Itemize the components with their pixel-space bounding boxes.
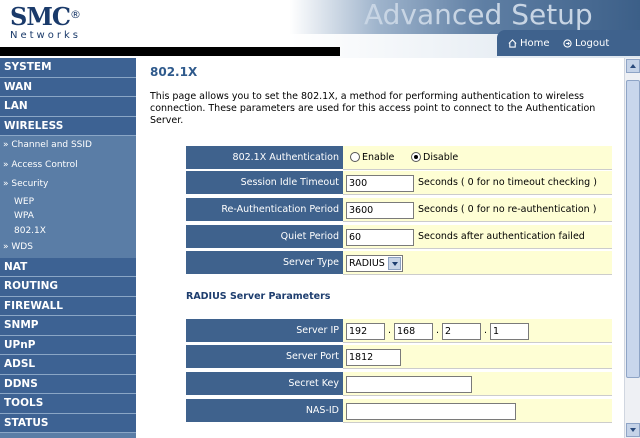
server-ip-octet-1[interactable]: 192 <box>346 323 385 340</box>
reauth-label: Re-Authentication Period <box>186 198 343 222</box>
logo-registered: ® <box>70 8 81 21</box>
sidebar-item-wan[interactable]: WAN <box>0 77 136 97</box>
server-ip-octet-4[interactable]: 1 <box>490 323 529 340</box>
session-timeout-input[interactable]: 300 <box>346 175 414 192</box>
header-divider <box>0 47 340 56</box>
sidebar-item-wireless[interactable]: WIRELESS <box>0 116 136 136</box>
sidebar-item-wds[interactable]: » WDS <box>0 238 136 258</box>
secret-key-label: Secret Key <box>186 372 343 396</box>
reauth-note: Seconds ( 0 for no re-authentication ) <box>418 204 597 215</box>
reauth-value-cell: 3600 Seconds ( 0 for no re-authenticatio… <box>343 198 612 222</box>
sidebar-item-adsl[interactable]: ADSL <box>0 355 136 375</box>
chevron-down-icon[interactable] <box>388 257 401 270</box>
server-type-row: Server Type RADIUS <box>186 251 612 275</box>
wireless-submenu: » Channel and SSID » Access Control » Se… <box>0 136 136 258</box>
session-note: Seconds ( 0 for no timeout checking ) <box>418 177 597 188</box>
quiet-label: Quiet Period <box>186 225 343 249</box>
server-port-cell: 1812 <box>343 345 612 369</box>
nas-id-row: NAS-ID <box>186 399 612 423</box>
server-ip-row: Server IP 192 . 168 . 2 . 1 <box>186 319 612 343</box>
server-port-input[interactable]: 1812 <box>346 349 401 366</box>
scroll-thumb[interactable] <box>626 80 640 378</box>
logout-label: Logout <box>575 38 610 49</box>
smc-logo: SMC® Networks <box>10 2 81 42</box>
home-label: Home <box>520 38 550 49</box>
secret-key-cell <box>343 372 612 396</box>
sidebar-item-status[interactable]: STATUS <box>0 413 136 433</box>
session-value-cell: 300 Seconds ( 0 for no timeout checking … <box>343 171 612 195</box>
server-ip-octet-3[interactable]: 2 <box>442 323 481 340</box>
disable-label: Disable <box>423 152 459 163</box>
quiet-note: Seconds after authentication failed <box>418 231 585 242</box>
server-port-row: Server Port 1812 <box>186 345 612 369</box>
home-link[interactable]: Home <box>508 38 550 49</box>
session-label: Session Idle Timeout <box>186 171 343 195</box>
server-type-cell: RADIUS <box>343 251 612 275</box>
auth-value: Enable Disable <box>343 146 612 170</box>
enable-label: Enable <box>362 152 395 163</box>
auth-label: 802.1X Authentication <box>186 146 343 170</box>
vertical-scrollbar[interactable] <box>624 58 640 438</box>
sidebar-item-firewall[interactable]: FIREWALL <box>0 296 136 316</box>
sidebar-item-8021x[interactable]: 802.1X <box>0 224 136 239</box>
nas-id-cell <box>343 399 612 423</box>
server-type-value: RADIUS <box>349 258 385 269</box>
server-ip-label: Server IP <box>186 319 343 343</box>
secret-key-input[interactable] <box>346 376 472 393</box>
page-description: This page allows you to set the 802.1X, … <box>150 91 596 126</box>
server-type-label: Server Type <box>186 251 343 275</box>
ip-dot-1: . <box>388 325 392 336</box>
nas-id-input[interactable] <box>346 403 516 420</box>
enable-radio[interactable] <box>350 152 360 162</box>
reauth-period-input[interactable]: 3600 <box>346 202 414 219</box>
quiet-period-input[interactable]: 60 <box>346 229 414 246</box>
scroll-down-button[interactable] <box>626 423 640 437</box>
session-row: Session Idle Timeout 300 Seconds ( 0 for… <box>186 171 612 195</box>
disable-radio[interactable] <box>411 152 421 162</box>
sidebar-item-tools[interactable]: TOOLS <box>0 394 136 414</box>
server-port-label: Server Port <box>186 345 343 369</box>
logout-icon <box>563 39 572 48</box>
server-type-select[interactable]: RADIUS <box>346 255 403 272</box>
header: SMC® Networks Advanced Setup Home Logout <box>0 0 640 58</box>
server-ip-octet-2[interactable]: 168 <box>394 323 433 340</box>
nas-id-label: NAS-ID <box>186 399 343 423</box>
sidebar-item-access-control[interactable]: » Access Control <box>0 156 136 176</box>
reauth-row: Re-Authentication Period 3600 Seconds ( … <box>186 198 612 222</box>
home-icon <box>508 39 517 48</box>
sidebar-item-channel-ssid[interactable]: » Channel and SSID <box>0 136 136 156</box>
sidebar-item-wep[interactable]: WEP <box>0 195 136 210</box>
auth-row: 802.1X Authentication Enable Disable <box>186 146 612 170</box>
quiet-value-cell: 60 Seconds after authentication failed <box>343 225 612 249</box>
server-ip-cell: 192 . 168 . 2 . 1 <box>343 319 612 343</box>
logout-link[interactable]: Logout <box>563 38 609 49</box>
main-content: 802.1X This page allows you to set the 8… <box>136 58 624 438</box>
sidebar-item-routing[interactable]: ROUTING <box>0 277 136 297</box>
secret-key-row: Secret Key <box>186 372 612 396</box>
scroll-up-button[interactable] <box>626 59 640 73</box>
sidebar-item-nat[interactable]: NAT <box>0 257 136 277</box>
sidebar-item-upnp[interactable]: UPnP <box>0 335 136 355</box>
sidebar-item-lan[interactable]: LAN <box>0 97 136 117</box>
ip-dot-2: . <box>436 325 440 336</box>
page-title: 802.1X <box>150 65 198 79</box>
top-nav: Home Logout <box>497 30 640 56</box>
ip-dot-3: . <box>484 325 488 336</box>
sidebar-item-ddns[interactable]: DDNS <box>0 374 136 394</box>
banner: Advanced Setup <box>290 0 640 34</box>
sidebar: SYSTEM WAN LAN WIRELESS » Channel and SS… <box>0 58 136 438</box>
logo-subtext: Networks <box>10 30 81 41</box>
logo-text: SMC <box>10 2 71 31</box>
banner-title: Advanced Setup <box>364 0 593 31</box>
sidebar-item-security[interactable]: » Security <box>0 175 136 195</box>
sidebar-item-system[interactable]: SYSTEM <box>0 58 136 78</box>
sidebar-item-wpa[interactable]: WPA <box>0 209 136 224</box>
sidebar-item-snmp[interactable]: SNMP <box>0 316 136 336</box>
quiet-row: Quiet Period 60 Seconds after authentica… <box>186 225 612 249</box>
radius-heading: RADIUS Server Parameters <box>186 291 331 302</box>
